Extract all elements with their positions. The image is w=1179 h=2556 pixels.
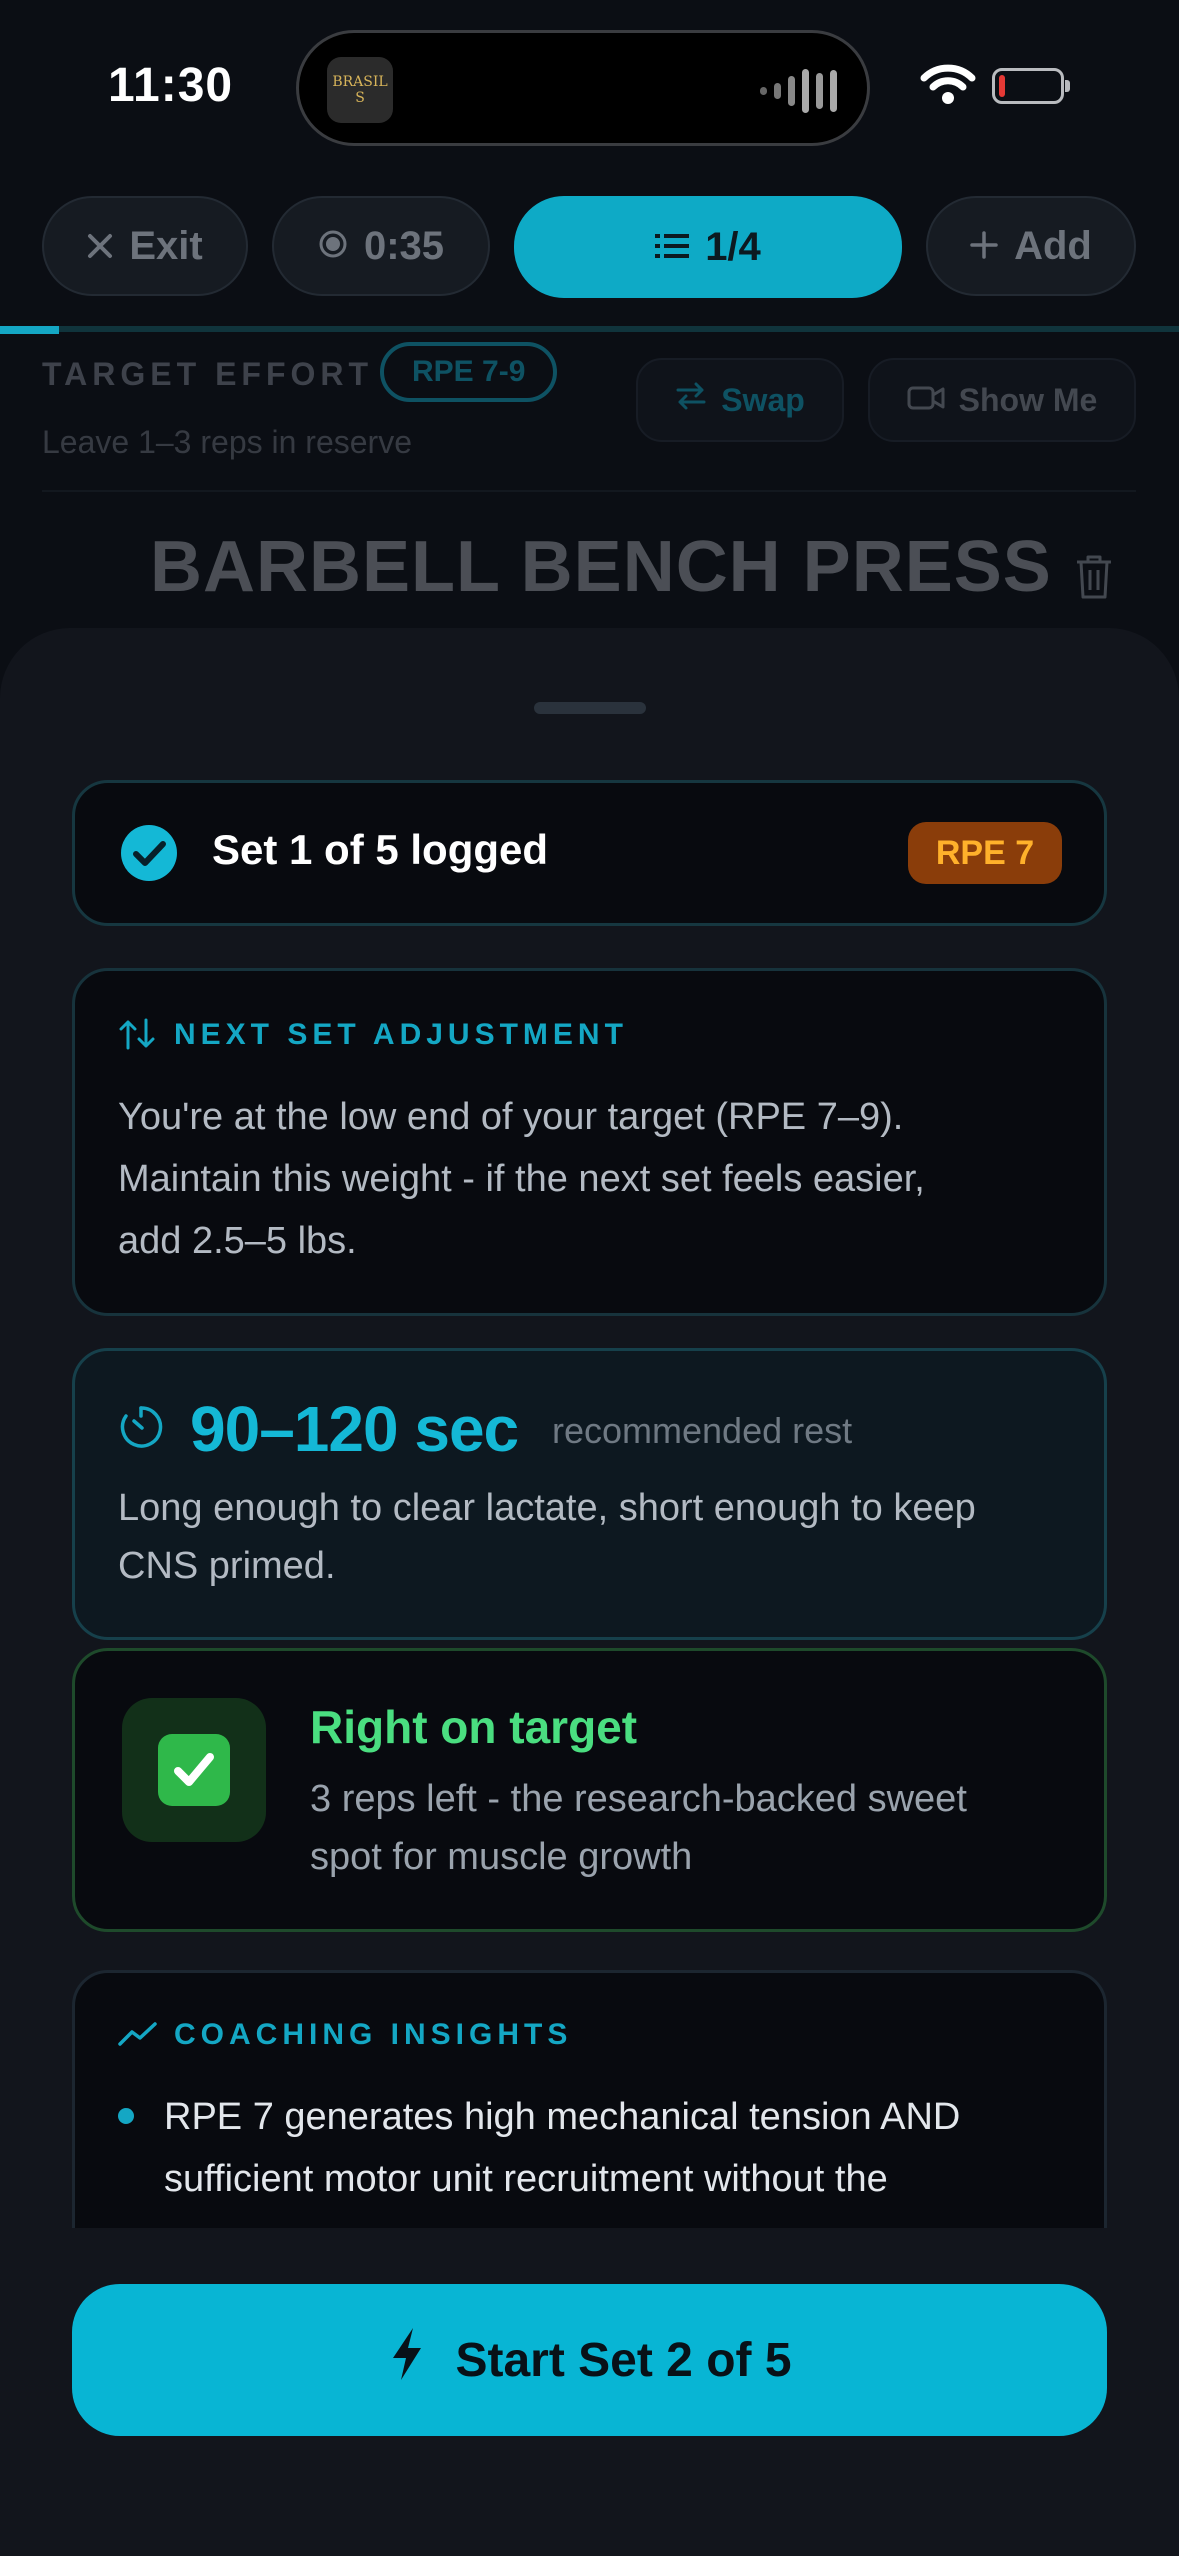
check-circle-icon xyxy=(120,824,178,887)
set-logged-text: Set 1 of 5 logged xyxy=(212,826,549,873)
rest-line-2: CNS primed. xyxy=(118,1545,336,1587)
swap-icon xyxy=(675,381,707,419)
timer-pill[interactable]: 0:35 xyxy=(272,196,490,296)
dynamic-island[interactable]: BRASIL S xyxy=(296,30,870,146)
add-exercise-button[interactable]: Add xyxy=(926,196,1136,296)
reserve-hint: Leave 1–3 reps in reserve xyxy=(42,424,412,460)
trash-icon[interactable] xyxy=(1074,554,1114,605)
plus-icon xyxy=(970,224,998,269)
adjust-arrows-icon xyxy=(118,1018,156,1055)
thumbnail-text: BRASIL xyxy=(332,74,388,90)
adjustment-line-1: You're at the low end of your target (RP… xyxy=(118,1096,904,1138)
workout-progress-fill xyxy=(0,326,59,334)
adjustment-line-2: Maintain this weight - if the next set f… xyxy=(118,1158,925,1200)
rest-duration: 90–120 sec xyxy=(190,1393,519,1465)
adjustment-line-3: add 2.5–5 lbs. xyxy=(118,1220,357,1262)
on-target-title: Right on target xyxy=(310,1701,638,1753)
list-icon xyxy=(655,225,690,270)
add-label: Add xyxy=(1014,223,1092,268)
swap-label: Swap xyxy=(721,381,805,418)
header-divider xyxy=(42,490,1136,492)
target-effort-label: TARGET EFFORT xyxy=(42,356,374,392)
lightning-icon xyxy=(387,2326,427,2394)
video-icon xyxy=(907,382,945,419)
start-set-label: Start Set 2 of 5 xyxy=(455,2333,792,2387)
timer-value: 0:35 xyxy=(363,223,445,268)
swap-button[interactable]: Swap xyxy=(636,358,844,442)
exit-button[interactable]: Exit xyxy=(42,196,248,296)
on-target-line-2: spot for muscle growth xyxy=(310,1836,693,1878)
record-icon xyxy=(318,224,348,269)
audio-waveform-icon xyxy=(760,69,837,113)
close-icon xyxy=(87,224,113,269)
wifi-icon xyxy=(920,64,976,104)
status-time: 11:30 xyxy=(108,59,234,112)
thumbnail-letter: S xyxy=(355,90,365,106)
trend-icon xyxy=(118,2020,158,2053)
target-rpe-badge: RPE 7-9 xyxy=(380,342,558,402)
timer-icon xyxy=(118,1404,164,1455)
workout-progress-track xyxy=(0,326,1179,332)
success-icon-tile xyxy=(122,1698,266,1842)
show-me-button[interactable]: Show Me xyxy=(868,358,1136,442)
rest-caption: recommended rest xyxy=(552,1410,853,1451)
on-target-line-1: 3 reps left - the research-backed sweet xyxy=(310,1778,967,1820)
exit-label: Exit xyxy=(129,223,203,268)
show-me-label: Show Me xyxy=(958,381,1098,418)
logged-rpe-badge: RPE 7 xyxy=(908,822,1062,884)
rest-line-1: Long enough to clear lactate, short enou… xyxy=(118,1487,976,1529)
start-next-set-button[interactable]: Start Set 2 of 5 xyxy=(72,2284,1107,2436)
now-playing-thumbnail: BRASIL S xyxy=(327,57,393,123)
exercise-title: BARBELL BENCH PRESS xyxy=(150,527,1052,607)
battery-icon xyxy=(992,68,1070,104)
sheet-drag-handle[interactable] xyxy=(534,702,646,714)
insight-line-2: sufficient motor unit recruitment withou… xyxy=(164,2158,888,2200)
exercise-list-button[interactable]: 1/4 xyxy=(514,196,902,298)
insight-bullet xyxy=(118,2108,134,2124)
insight-line-1: RPE 7 generates high mechanical tension … xyxy=(164,2096,961,2138)
checkmark-box-icon xyxy=(158,1734,230,1806)
exercise-counter: 1/4 xyxy=(705,224,761,269)
adjustment-label: NEXT SET ADJUSTMENT xyxy=(174,1018,628,1051)
insights-label: COACHING INSIGHTS xyxy=(174,2018,573,2051)
